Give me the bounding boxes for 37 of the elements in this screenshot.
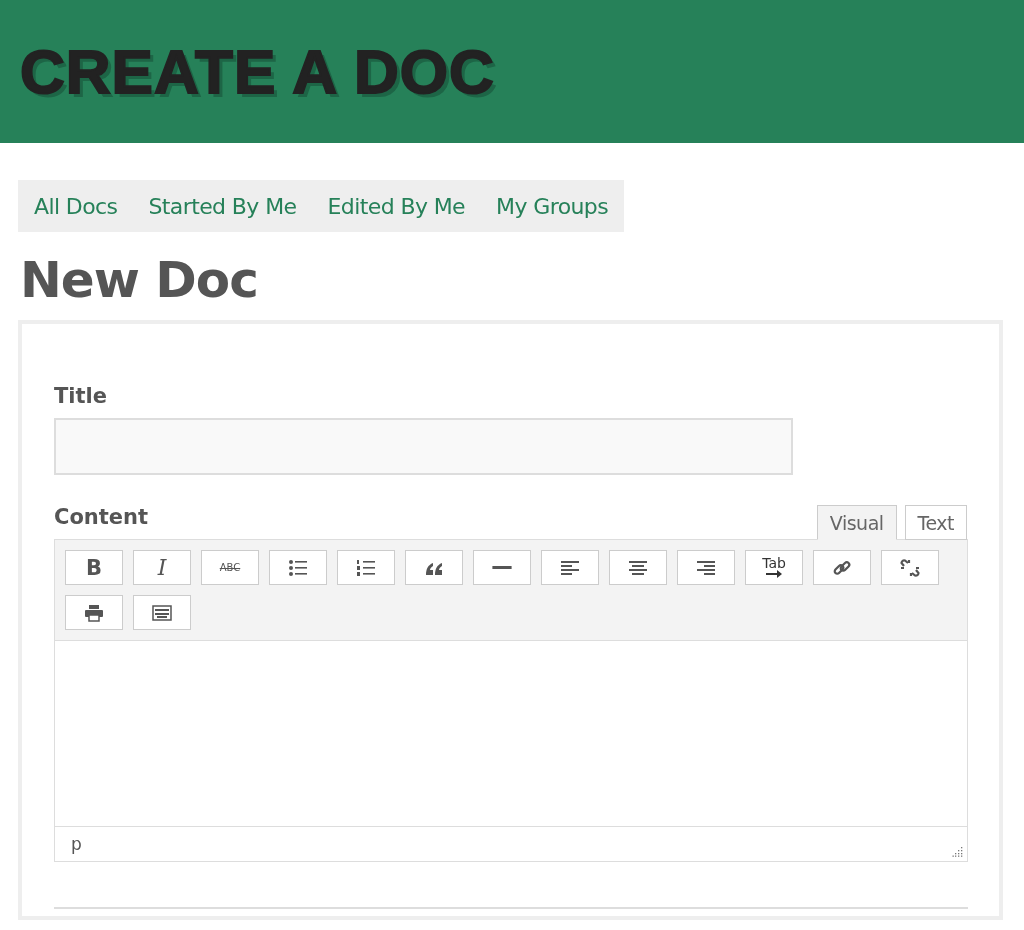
link-button[interactable] [813, 550, 871, 585]
link-icon [832, 558, 852, 577]
indent-button[interactable]: Tab [745, 550, 803, 585]
printer-button[interactable] [65, 595, 123, 630]
quote-button[interactable] [405, 550, 463, 585]
align-center-button[interactable] [609, 550, 667, 585]
align-center-icon [628, 558, 648, 577]
resize-handle-icon[interactable] [952, 846, 963, 857]
title-field[interactable] [54, 418, 793, 475]
horizontal-line-button[interactable] [473, 550, 531, 585]
nav-link[interactable]: Started By Me [148, 193, 297, 219]
title-label: Title [54, 384, 108, 408]
arrow-icon [766, 570, 782, 578]
nav-link[interactable]: Edited By Me [327, 193, 466, 219]
keyboard-icon [152, 603, 172, 622]
align-left-button[interactable] [541, 550, 599, 585]
italic-button[interactable]: I [133, 550, 191, 585]
content-label: Content [54, 505, 149, 529]
align-left-icon [560, 558, 580, 577]
nav-link[interactable]: My Groups [496, 193, 609, 219]
numbered-list-icon [356, 558, 376, 577]
element-path: p [71, 834, 82, 854]
editor-tab[interactable]: Text [904, 505, 967, 540]
align-right-icon [696, 558, 716, 577]
numbered-list-button[interactable] [337, 550, 395, 585]
bulleted-list-icon [288, 558, 308, 577]
bulleted-list-button[interactable] [269, 550, 327, 585]
page-title: New Doc [20, 252, 259, 308]
editor-tab[interactable]: Visual [816, 505, 897, 540]
keyboard-button[interactable] [133, 595, 191, 630]
bold-button[interactable]: B [65, 550, 123, 585]
align-right-button[interactable] [677, 550, 735, 585]
horizontal-line-icon [492, 566, 512, 569]
header-title: CREATE A DOC [20, 36, 495, 107]
printer-icon [84, 603, 104, 622]
strikethrough-button[interactable]: ABC [201, 550, 259, 585]
nav-link[interactable]: All Docs [34, 193, 118, 219]
